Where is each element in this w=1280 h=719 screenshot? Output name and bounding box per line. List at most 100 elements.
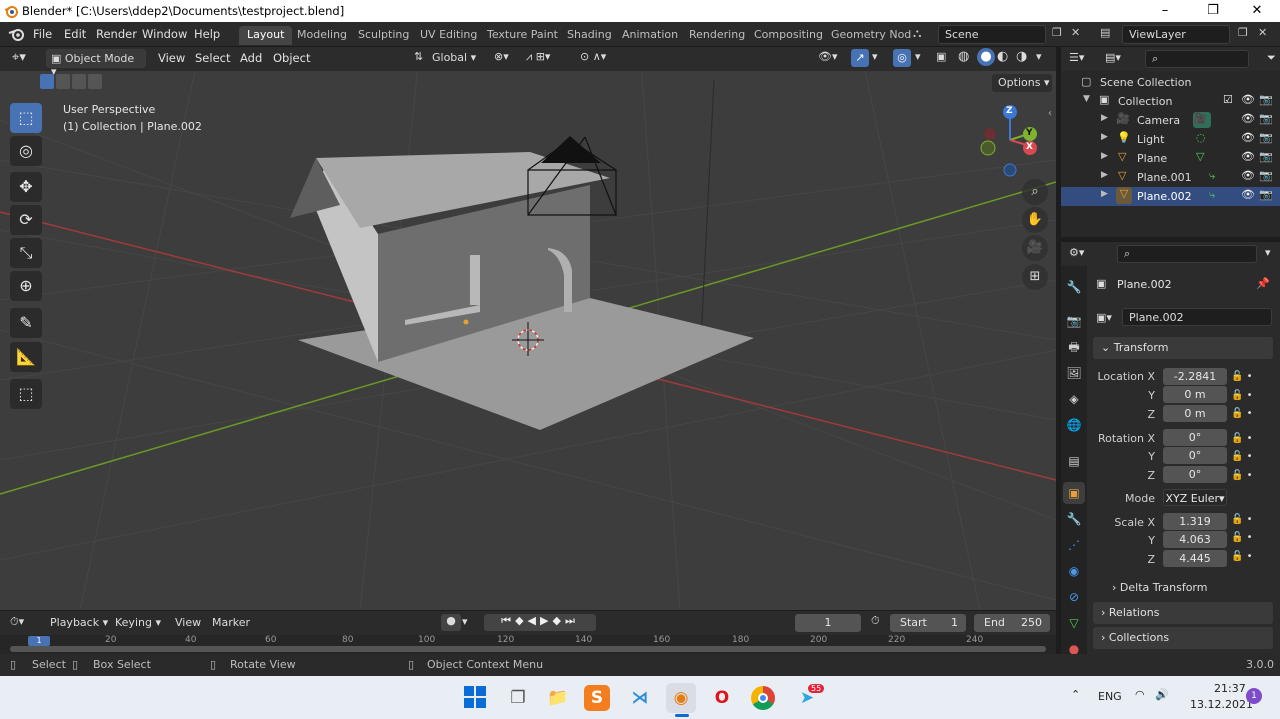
viewport-menu-add[interactable]: Add [240, 51, 262, 70]
rendered-shading-icon[interactable]: ◑ [1016, 49, 1027, 64]
transform-section-header[interactable]: ⌄ Transform [1093, 337, 1273, 359]
gizmo-toggle-icon[interactable]: ↗ [851, 49, 869, 67]
scene-selector[interactable]: Scene [938, 25, 1046, 44]
play-reverse-icon[interactable]: ◀ [528, 614, 540, 627]
camera-view-icon[interactable]: 🎥 [1022, 235, 1048, 261]
scale-x-field[interactable]: 1.319 [1163, 513, 1227, 530]
wireframe-shading-icon[interactable]: ◍ [958, 49, 969, 64]
current-frame-field[interactable]: 1 [795, 614, 861, 632]
tab-compositing[interactable]: Compositing [746, 26, 831, 45]
lock-icon[interactable]: 🔓 • [1231, 430, 1261, 449]
move-tool-icon[interactable]: ✥ [10, 172, 42, 202]
clock-date[interactable]: 13.12.2021 [1190, 698, 1253, 711]
modifier-icon[interactable]: ⤷ [1209, 188, 1215, 202]
camera-render-icon[interactable]: 📷 [1259, 150, 1273, 163]
tab-layout[interactable]: Layout [239, 26, 293, 45]
select-invert-icon[interactable] [88, 74, 102, 89]
options-dropdown[interactable]: Options ▾ [992, 74, 1052, 92]
clock-time[interactable]: 21:37 [1214, 682, 1246, 695]
remove-scene-icon[interactable]: ✕ [1071, 26, 1080, 39]
end-frame-field[interactable]: End 250 [974, 614, 1050, 632]
select-box-tool[interactable]: ⬚ [10, 103, 42, 133]
chevron-down-icon[interactable]: ▾ [1265, 246, 1271, 259]
vscode-icon[interactable]: ⋊ [625, 683, 655, 713]
rotation-x-field[interactable]: 0° [1163, 429, 1227, 446]
scene-tab-icon[interactable]: ◈ [1063, 388, 1085, 410]
viewlayer-selector[interactable]: ViewLayer [1122, 25, 1230, 44]
checkbox-icon[interactable]: ☑ [1223, 93, 1233, 106]
outliner-editor-icon[interactable]: ☰▾ [1069, 51, 1084, 64]
wifi-icon[interactable]: ◠ [1135, 688, 1145, 701]
outliner-item-plane-002[interactable]: ▶ ▽ Plane.002 ⤷ 👁 📷 [1061, 187, 1280, 206]
preview-range-icon[interactable]: ⏱ [871, 614, 880, 628]
mesh-data-icon[interactable]: ▽ [1196, 150, 1204, 163]
pan-hand-icon[interactable]: ✋ [1022, 207, 1048, 233]
perspective-toggle-icon[interactable]: ⊞ [1022, 264, 1048, 290]
world-tab-icon[interactable]: 🌐 [1063, 414, 1085, 436]
object-data-icon[interactable]: ▣▾ [1096, 311, 1112, 324]
constraints-tab-icon[interactable]: ⊘ [1063, 586, 1085, 608]
object-name-field[interactable]: Plane.002 [1122, 308, 1272, 326]
tool-tab-icon[interactable]: 🔧 [1063, 276, 1085, 298]
tab-animation[interactable]: Animation [614, 26, 686, 45]
playback-menu[interactable]: Playback ▾ [50, 616, 108, 629]
modifier-icon[interactable]: ⤷ [1209, 169, 1215, 183]
select-subtract-icon[interactable] [72, 74, 86, 89]
scale-tool-icon[interactable]: ⤡ [10, 238, 42, 268]
new-scene-icon[interactable]: ❐ [1052, 26, 1062, 39]
close-button[interactable]: ✕ [1234, 0, 1280, 22]
add-cube-tool-icon[interactable]: ⬚ [10, 379, 42, 409]
lock-icon[interactable]: 🔓 • [1231, 387, 1261, 406]
gizmo-dropdown-icon[interactable]: ▾ [872, 50, 878, 63]
camera-render-icon[interactable]: 📷 [1259, 93, 1273, 106]
pin-icon[interactable]: 📌 [1256, 277, 1270, 290]
camera-render-icon[interactable]: 📷 [1259, 169, 1273, 182]
outliner-search-input[interactable]: ⌕ [1145, 50, 1249, 68]
playhead-frame[interactable]: 1 [28, 636, 50, 646]
location-z-field[interactable]: 0 m [1163, 405, 1227, 422]
eye-icon[interactable]: 👁 [1241, 131, 1255, 144]
jump-start-icon[interactable]: ⏮ [501, 614, 515, 627]
scale-y-field[interactable]: 4.063 [1163, 531, 1227, 548]
collection-tab-icon[interactable]: ▤ [1063, 450, 1085, 472]
eye-icon[interactable]: 👁 [1241, 112, 1255, 125]
prev-keyframe-icon[interactable]: ◆ [515, 614, 527, 627]
file-explorer-icon[interactable]: 📁 [543, 683, 573, 713]
expand-icon[interactable]: ▶ [1101, 151, 1108, 161]
data-tab-icon[interactable]: ▽ [1063, 612, 1085, 634]
scale-z-field[interactable]: 4.445 [1163, 550, 1227, 567]
eye-icon[interactable]: 👁 [1241, 188, 1255, 201]
location-x-field[interactable]: -2.2841 [1163, 368, 1227, 385]
tab-geometry-nodes[interactable]: Geometry Nod [823, 26, 919, 45]
windows-start-icon[interactable] [464, 686, 486, 708]
sidebar-toggle-icon[interactable]: ‹ [1048, 108, 1052, 119]
expand-icon[interactable]: ▶ [1101, 132, 1108, 142]
expand-icon[interactable]: ▶ [1101, 113, 1108, 123]
camera-render-icon[interactable]: 📷 [1259, 112, 1273, 125]
blender-menu-icon[interactable] [8, 26, 26, 42]
properties-search-input[interactable]: ⌕ [1117, 245, 1257, 263]
object-tab-icon[interactable]: ▣ [1063, 482, 1085, 504]
particles-tab-icon[interactable]: ⋰ [1063, 534, 1085, 556]
output-tab-icon[interactable]: 🖶 [1063, 336, 1085, 358]
relations-section-header[interactable]: › Relations [1093, 602, 1273, 624]
expand-icon[interactable]: ▼ [1083, 94, 1090, 104]
maximize-button[interactable]: ❐ [1190, 0, 1236, 22]
measure-tool-icon[interactable]: 📐 [10, 342, 42, 372]
tab-rendering[interactable]: Rendering [681, 26, 753, 45]
outliner-item-plane[interactable]: ▶ ▽ Plane ▽ 👁 📷 [1061, 149, 1280, 168]
timeline-menu-marker[interactable]: Marker [212, 616, 250, 629]
view-layer-tab-icon[interactable]: 🖼 [1063, 362, 1085, 384]
rotation-z-field[interactable]: 0° [1163, 466, 1227, 483]
chrome-icon[interactable] [751, 686, 775, 710]
start-frame-field[interactable]: Start 1 [890, 614, 966, 632]
material-shading-icon[interactable]: ◐ [997, 49, 1008, 64]
outliner-collection[interactable]: ▼ ▣ Collection ☑ 👁 📷 [1061, 92, 1280, 111]
menu-window[interactable]: Window [142, 27, 187, 41]
camera-render-icon[interactable]: 📷 [1259, 188, 1273, 201]
outliner-scene-collection[interactable]: ▢ Scene Collection [1061, 73, 1280, 92]
timeline-menu-view[interactable]: View [175, 616, 201, 629]
rotation-mode-dropdown[interactable]: XYZ Euler▾ [1163, 489, 1227, 506]
menu-render[interactable]: Render [96, 27, 137, 41]
pivot-point-icon[interactable]: ⊗▾ [494, 50, 509, 63]
